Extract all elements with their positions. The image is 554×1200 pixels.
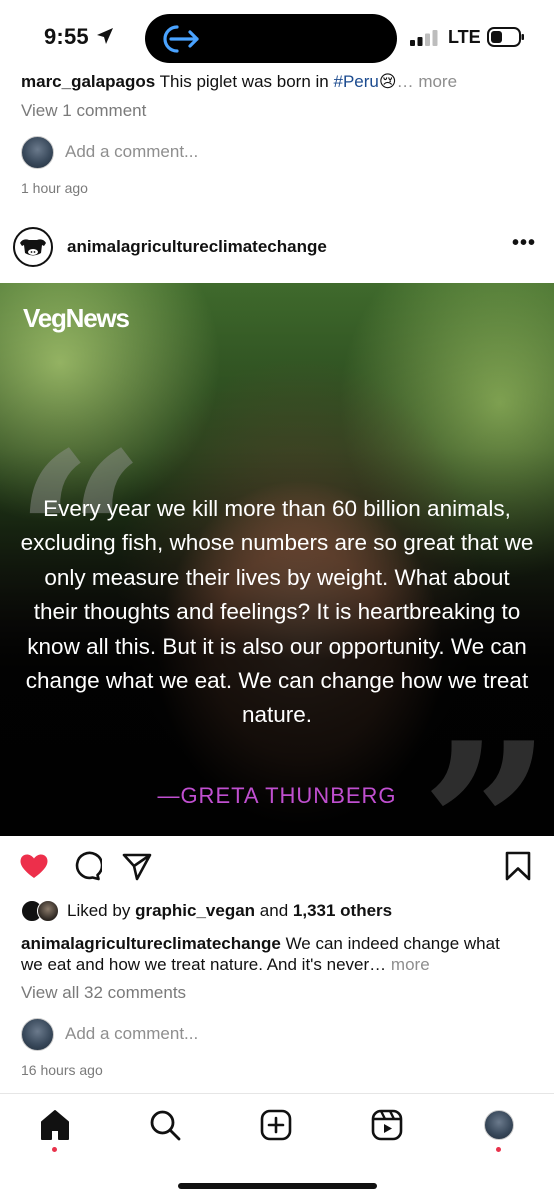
post-author-avatar[interactable] (13, 227, 53, 267)
like-heart-icon[interactable] (18, 849, 50, 883)
likes-summary[interactable]: Liked by graphic_vegan and 1,331 others (21, 899, 392, 923)
comment-icon[interactable] (70, 849, 102, 883)
previous-post-add-comment[interactable]: Add a comment... (21, 135, 198, 169)
previous-post-more-link[interactable]: … more (397, 72, 457, 91)
image-quote-author: —GRETA THUNBERG (157, 783, 397, 808)
likes-connector: and (259, 901, 289, 920)
status-bar: 9:55 LTE (0, 0, 554, 72)
post-caption: animalagricultureclimatechange We can in… (21, 933, 521, 975)
likes-prefix: Liked by (67, 901, 131, 920)
caption-more-link[interactable]: more (391, 955, 430, 974)
previous-post-timestamp: 1 hour ago (21, 180, 88, 196)
previous-post-username[interactable]: marc_galapagos (21, 72, 155, 91)
status-time: 9:55 (44, 24, 89, 49)
post-username[interactable]: animalagricultureclimatechange (67, 237, 327, 257)
previous-post-caption: marc_galapagos This piglet was born in #… (21, 72, 457, 92)
create-icon[interactable] (259, 1108, 293, 1142)
dynamic-island[interactable] (145, 14, 397, 63)
signal-icon (410, 30, 438, 46)
current-user-avatar (21, 1017, 54, 1051)
image-quote-text: Every year we kill more than 60 billion … (20, 496, 534, 728)
caption-username[interactable]: animalagricultureclimatechange (21, 934, 281, 953)
liker-username[interactable]: graphic_vegan (135, 901, 255, 921)
vegnews-logo: VegNews (23, 303, 130, 333)
profile-avatar[interactable] (484, 1110, 514, 1140)
crying-emoji: 😢 (378, 72, 397, 91)
location-arrow-icon (97, 28, 113, 44)
likes-count[interactable]: 1,331 others (293, 901, 392, 921)
screen-share-icon (163, 25, 199, 53)
post-header: animalagricultureclimatechange ••• (0, 226, 554, 270)
previous-post-hashtag[interactable]: #Peru (333, 72, 378, 91)
profile-notification-dot (496, 1147, 501, 1152)
previous-post-caption-text: This piglet was born in (159, 72, 329, 91)
liker-avatar (37, 900, 59, 922)
search-icon[interactable] (148, 1108, 182, 1142)
view-all-comments[interactable]: View all 32 comments (21, 983, 186, 1003)
home-notification-dot (52, 1147, 57, 1152)
share-icon[interactable] (121, 849, 153, 883)
more-options-icon[interactable]: ••• (512, 233, 538, 258)
home-indicator (178, 1183, 377, 1189)
current-user-avatar (21, 135, 54, 169)
network-type: LTE (448, 27, 481, 47)
home-icon[interactable] (38, 1108, 72, 1142)
bookmark-icon[interactable] (502, 849, 534, 883)
post-image[interactable]: VegNews “ ” Every year we kill more than… (0, 283, 554, 836)
add-comment-placeholder[interactable]: Add a comment... (65, 142, 198, 162)
cow-logo-icon (20, 239, 46, 256)
liker-avatars (21, 899, 61, 923)
previous-post-view-comments[interactable]: View 1 comment (21, 101, 146, 121)
post-add-comment[interactable]: Add a comment... (21, 1017, 198, 1051)
battery-icon (487, 27, 524, 47)
reels-icon[interactable] (370, 1108, 404, 1142)
add-comment-placeholder[interactable]: Add a comment... (65, 1024, 198, 1044)
post-timestamp: 16 hours ago (21, 1062, 103, 1078)
